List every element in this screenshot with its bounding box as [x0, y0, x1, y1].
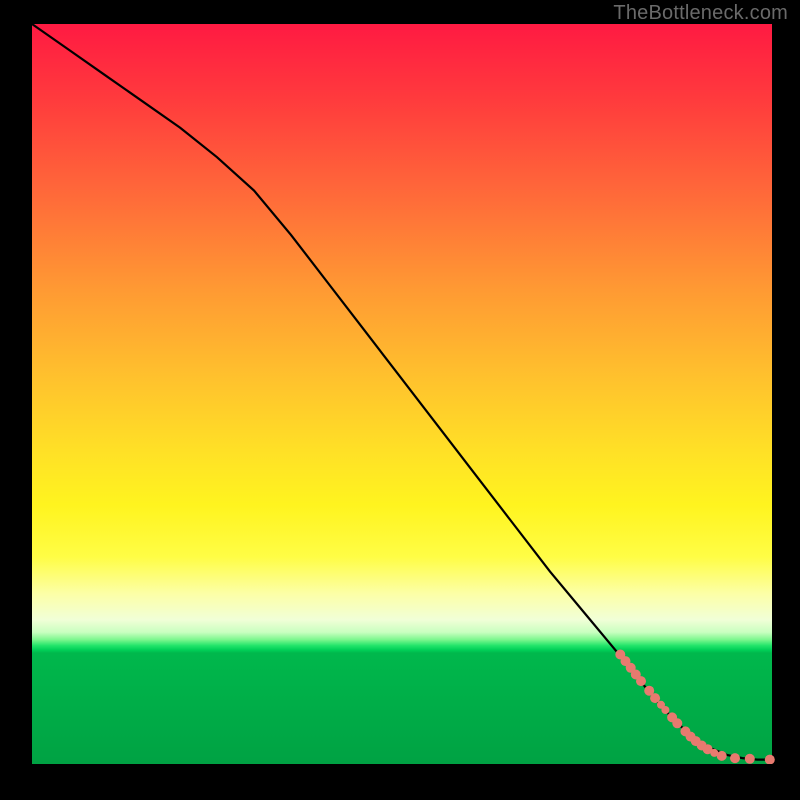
- scatter-dot: [730, 753, 740, 763]
- scatter-dot: [672, 718, 682, 728]
- chart-stage: TheBottleneck.com: [0, 0, 800, 800]
- curve-line: [32, 24, 772, 760]
- plot-area: [32, 24, 772, 764]
- scatter-dot: [717, 751, 727, 761]
- watermark-text: TheBottleneck.com: [613, 2, 788, 25]
- bottom-border: [32, 764, 772, 772]
- scatter-dot: [661, 706, 669, 714]
- scatter-cluster: [615, 650, 775, 765]
- chart-svg: [32, 24, 772, 764]
- scatter-dot: [636, 676, 646, 686]
- scatter-dot: [650, 693, 660, 703]
- scatter-dot: [745, 754, 755, 764]
